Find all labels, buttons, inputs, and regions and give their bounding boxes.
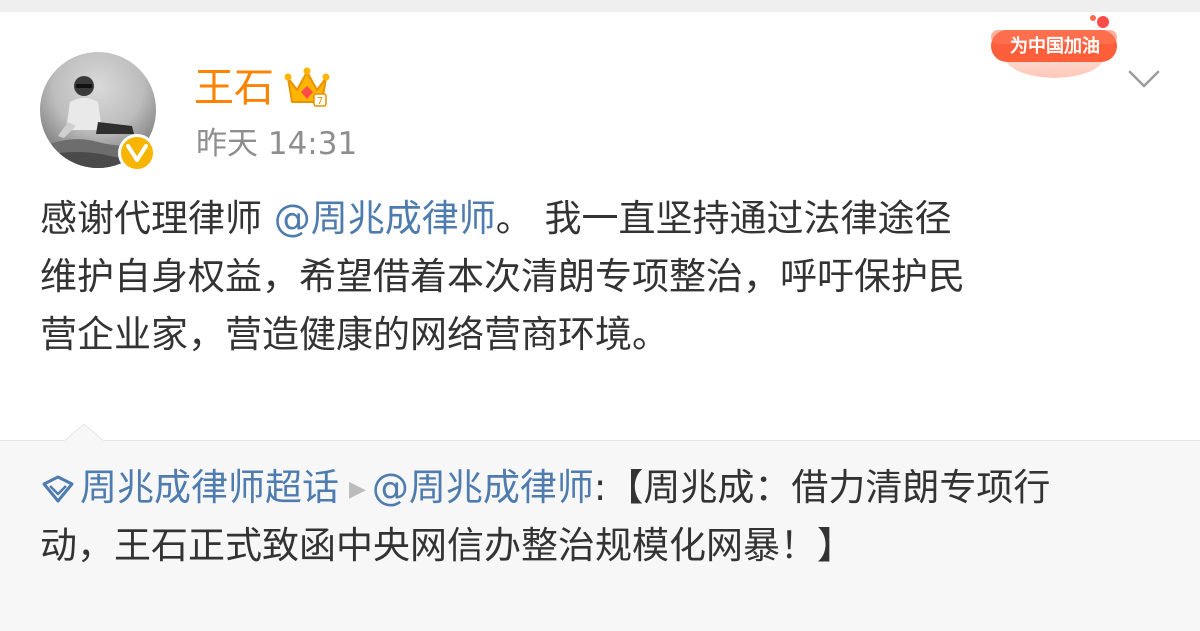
post-text: 感谢代理律师 [40,197,274,240]
post-line: 感谢代理律师 @周兆成律师。 我一直坚持通过法律途径 [40,190,1170,248]
username[interactable]: 王石 [194,63,274,113]
reposted-line: 动，王石正式致函中央网信办整治规模化网暴！】 [40,524,854,567]
post-body: 感谢代理律师 @周兆成律师。 我一直坚持通过法律途径 维护自身权益，希望借着本次… [40,190,1170,364]
chevron-down-icon[interactable] [1124,64,1164,94]
reposted-text: 周兆成律师超话 ▶ @周兆成律师:【周兆成：借力清朗专项行 动，王石正式致函中央网信… [40,459,1180,575]
campaign-badge[interactable]: 为中国加油 [985,12,1123,84]
post-text: 。 我一直坚持通过法律途径 [495,197,952,240]
reposted-text-segment: :【周兆成：借力清朗专项行 [593,466,1051,509]
supertopic-link[interactable]: 周兆成律师超话 [80,466,339,509]
post-line: 维护自身权益，希望借着本次清朗专项整治，呼吁保护民 [40,255,965,298]
mention-link[interactable]: @周兆成律师 [372,466,594,509]
mention-link[interactable]: @周兆成律师 [274,197,496,240]
verified-v-icon [118,134,156,172]
vip-crown-icon[interactable]: 7 [284,66,330,108]
quote-pointer [64,424,104,442]
play-triangle-icon: ▶ [349,476,366,502]
supertopic-diamond-icon [42,475,74,503]
badge-text: 为中国加油 [1010,36,1100,57]
top-separator [0,0,1200,12]
post-line: 营企业家，营造健康的网络营商环境。 [40,313,669,356]
reposted-line: 周兆成律师超话 ▶ @周兆成律师:【周兆成：借力清朗专项行 [40,459,1180,517]
svg-text:7: 7 [317,96,323,107]
post-timestamp: 昨天 14:31 [196,126,358,162]
